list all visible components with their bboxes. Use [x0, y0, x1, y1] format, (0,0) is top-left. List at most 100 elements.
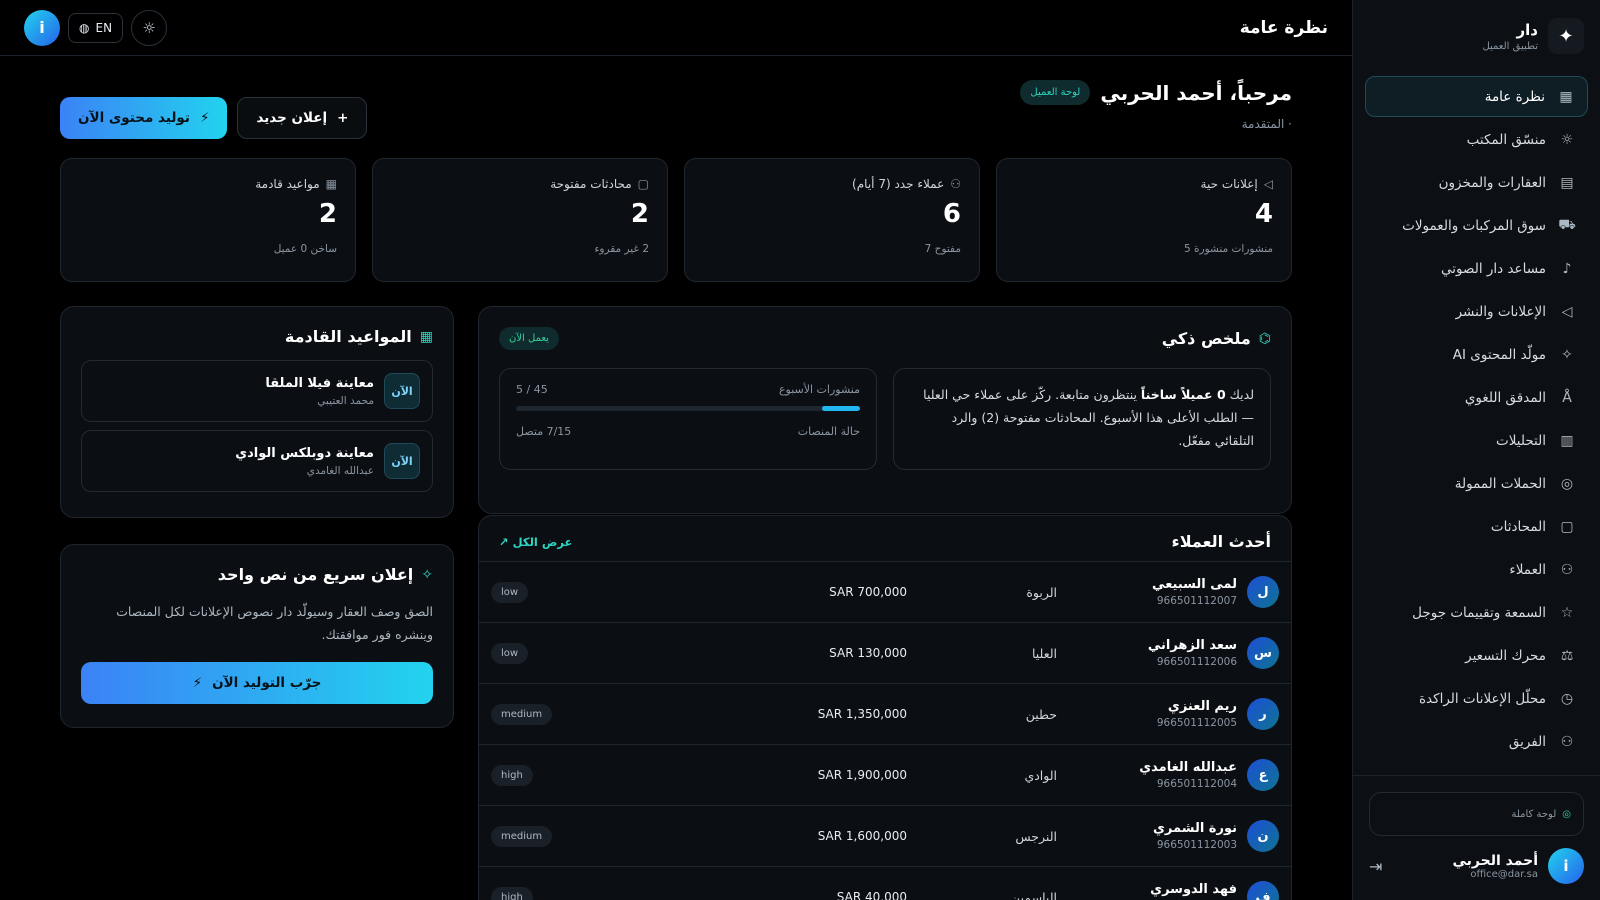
client-budget: SAR 1,600,000 [817, 829, 907, 843]
client-budget: SAR 40,000 [836, 890, 907, 900]
sidebar-item-7[interactable]: Å المدقق اللغوي [1365, 377, 1588, 418]
sidebar-item-label: التحليلات [1496, 432, 1546, 449]
sidebar-item-3[interactable]: ⛟ سوق المركبات والعمولات [1365, 205, 1588, 246]
robot-icon: ⌬ [1258, 330, 1271, 347]
sidebar-item-14[interactable]: ◷ محلّل الإعلانات الراكدة [1365, 678, 1588, 719]
chat-icon: ▢ [1560, 518, 1574, 535]
user-avatar[interactable]: i [1548, 848, 1584, 884]
generate-content-button[interactable]: ⚡ توليد محتوى الآن [60, 97, 228, 139]
stat-value: 2 [318, 199, 337, 229]
client-name: لمى السبيعي [1152, 577, 1237, 592]
app-root: ✦ دار تطبيق العميل ▦ نظرة عامة ☼ منسّق المك… [0, 0, 1600, 900]
sidebar-item-13[interactable]: ⚖ محرك التسعير [1365, 635, 1588, 676]
client-row[interactable]: ر ريم العنزي 966501112005 حطين SAR 1,350,000… [479, 683, 1291, 744]
logout-icon[interactable]: ⇥ [1369, 857, 1382, 876]
full-board-label: لوحة كاملة [1511, 808, 1557, 820]
appointment-item[interactable]: الآن معاينة فيلا الملقا محمد العتيبي [81, 360, 433, 422]
top-tools: i EN ◍ ☼ [24, 9, 168, 46]
user-email: office@dar.sa [1470, 868, 1538, 880]
stat-label: عملاء جدد (7 أيام) [852, 177, 945, 191]
client-avatar: ر [1247, 698, 1279, 730]
theme-toggle-sun-icon[interactable]: ☼ [131, 9, 168, 46]
client-priority-badge: low [491, 642, 529, 664]
new-ad-label: إعلان جديد [256, 110, 328, 126]
client-budget: SAR 1,350,000 [817, 707, 907, 721]
view-all-link[interactable]: عرض الكل ↗ [499, 535, 572, 549]
client-priority-badge: high [491, 886, 533, 900]
stat-card: ⚇ عملاء جدد (7 أيام) 6 مفتوح 7 [684, 158, 980, 282]
clock-icon: ◷ [1560, 690, 1574, 707]
stat-value: 4 [1254, 199, 1273, 229]
stat-footnote: ساخن 0 عميل [273, 243, 337, 255]
client-name: فهد الدوسري [1150, 882, 1237, 897]
sidebar-item-label: الحملات الممولة [1454, 475, 1546, 492]
client-row[interactable]: ففهد الدوسري966501112002الياسمينSAR 40,0… [479, 866, 1291, 900]
appointment-item[interactable]: الآن معاينة دوبلكس الوادي عبدالله الغامدي [81, 430, 433, 492]
sidebar-item-0[interactable]: ▦ نظرة عامة [1365, 76, 1588, 117]
sidebar-item-label: نظرة عامة [1484, 88, 1545, 105]
page-title: نظرة عامة [1239, 17, 1328, 38]
language-switch-button[interactable]: EN ◍ [68, 12, 124, 43]
sidebar-item-label: المحادثات [1490, 518, 1546, 535]
client-name: سعد الزهراني [1147, 638, 1237, 653]
welcome-title: مرحباً، أحمد الحربي [1100, 80, 1292, 105]
sidebar: ✦ دار تطبيق العميل ▦ نظرة عامة ☼ منسّق المك… [1352, 0, 1600, 900]
welcome-block: مرحباً، أحمد الحربي لوحة العميل · المتقد… [1020, 80, 1292, 131]
stats-row: ◁ إعلانات حية 4 منشورات منشورة 5 ⚇ عملاء جدد … [60, 158, 1292, 282]
sidebar-item-10[interactable]: ▢ المحادثات [1365, 506, 1588, 547]
sidebar-item-2[interactable]: ▤ العقارات والمخزون [1365, 162, 1588, 203]
client-phone: 966501112003 [1156, 839, 1237, 851]
sidebar-item-label: مولّد المحتوى AI [1452, 346, 1546, 363]
chat-icon: ▢ [637, 177, 649, 191]
client-row[interactable]: س سعد الزهراني 966501112006 العليا SAR 130,0… [479, 622, 1291, 683]
sidebar-item-1[interactable]: ☼ منسّق المكتب [1365, 119, 1588, 160]
client-area: النرجس [1015, 828, 1057, 844]
sidebar-item-label: محرك التسعير [1465, 647, 1546, 664]
building-icon: ▤ [1560, 174, 1574, 191]
client-area: الربوة [1026, 584, 1057, 600]
try-generate-button[interactable]: جرّب التوليد الآن ⚡ [81, 662, 433, 704]
latest-clients-card: أحدث العملاء عرض الكل ↗ ل لمى السبيعي 9665… [478, 515, 1292, 900]
mic-icon: ♪ [1562, 260, 1572, 277]
client-priority-badge: low [491, 581, 529, 603]
client-area: حطين [1025, 706, 1057, 722]
running-badge: يعمل الآن [499, 327, 559, 350]
summary-bold: 0 عميلاً ساخناً [1140, 387, 1226, 402]
sidebar-item-8[interactable]: ▥ التحليلات [1365, 420, 1588, 461]
welcome-subtitle: · المتقدمة [1241, 117, 1292, 131]
new-ad-button[interactable]: + إعلان جديد [237, 97, 368, 139]
sidebar-item-11[interactable]: ⚇ العملاء [1365, 549, 1588, 590]
client-row[interactable]: ل لمى السبيعي 966501112007 الربوة SAR 700,00… [479, 561, 1291, 622]
team-icon: ⚇ [1560, 733, 1574, 750]
client-name: نورة الشمري [1153, 821, 1237, 836]
megaphone-icon: ◁ [1561, 303, 1573, 320]
sidebar-item-15[interactable]: ⚇ الفريق [1365, 721, 1588, 762]
appointment-title: معاينة فيلا الملقا [265, 375, 374, 391]
users-icon: ⚇ [1560, 561, 1574, 578]
now-badge: الآن [384, 443, 420, 479]
sidebar-nav: ▦ نظرة عامة ☼ منسّق المكتب ▤ العقارات والمخزو… [1353, 76, 1600, 762]
client-row[interactable]: ع عبدالله الغامدي 966501112004 الوادي SAR 1,… [479, 744, 1291, 805]
client-phone: 966501112004 [1156, 778, 1237, 790]
sidebar-item-9[interactable]: ◎ الحملات الممولة [1365, 463, 1588, 504]
client-phone: 966501112007 [1156, 595, 1237, 607]
platforms-label: حالة المنصات [797, 425, 860, 438]
sidebar-item-label: العملاء [1509, 561, 1546, 578]
client-area: الياسمين [1011, 889, 1057, 900]
sidebar-item-5[interactable]: ◁ الإعلانات والنشر [1365, 291, 1588, 332]
sidebar-item-label: محلّل الإعلانات الراكدة [1418, 690, 1546, 707]
top-avatar[interactable]: i [24, 9, 60, 46]
client-avatar: ل [1247, 576, 1279, 608]
car-icon: ⛟ [1558, 216, 1576, 233]
full-board-button[interactable]: ◎ لوحة كاملة [1369, 792, 1584, 836]
users-icon: ⚇ [950, 177, 961, 191]
sidebar-item-6[interactable]: ✧ مولّد المحتوى AI [1365, 334, 1588, 375]
smart-summary-card: ⌬ ملخص ذكي يعمل الآن لديك 0 عميلاً ساخنا… [478, 306, 1292, 514]
header-actions: ⚡ توليد محتوى الآن + إعلان جديد [60, 97, 368, 139]
sidebar-item-12[interactable]: ☆ السمعة وتقييمات جوجل [1365, 592, 1588, 633]
quick-ad-card: ✧ إعلان سريع من نص واحد الصق وصف العقار … [60, 544, 454, 728]
client-row[interactable]: ن نورة الشمري 966501112003 النرجس SAR 1,600,… [479, 805, 1291, 866]
client-avatar: ف [1247, 881, 1279, 900]
star-icon: ☆ [1560, 604, 1574, 621]
sidebar-item-4[interactable]: ♪ مساعد دار الصوتي [1365, 248, 1588, 289]
